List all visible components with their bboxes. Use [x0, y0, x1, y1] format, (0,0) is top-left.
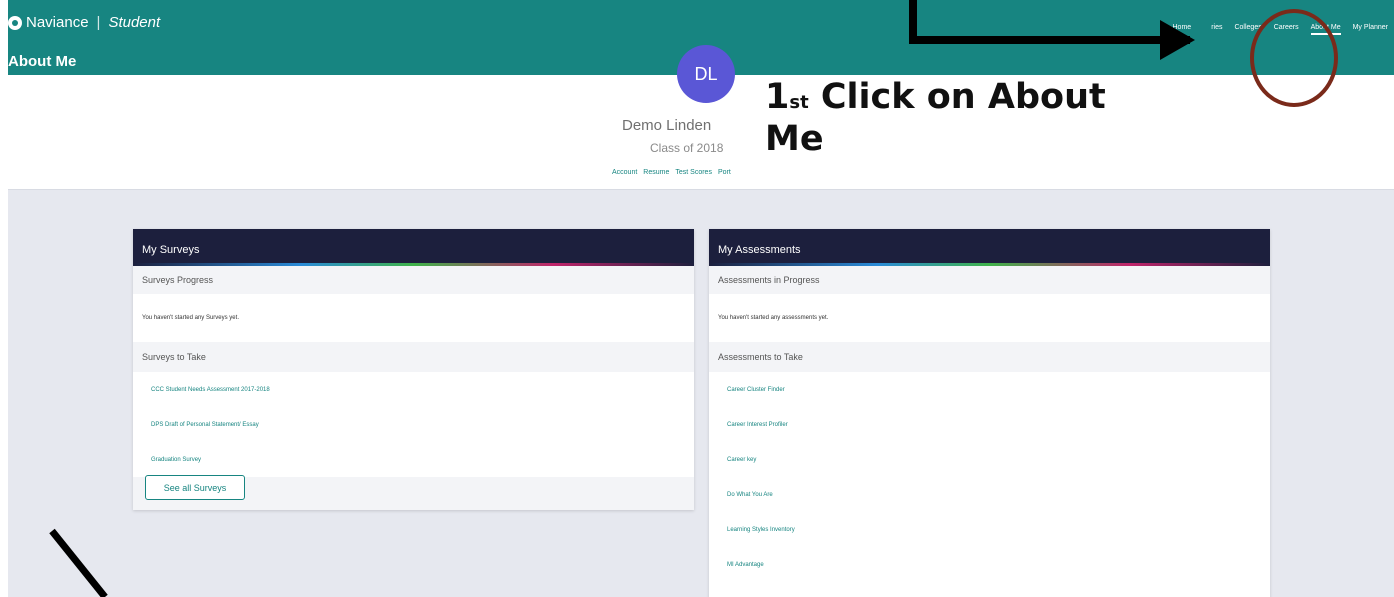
- profile-link-test-scores[interactable]: Test Scores: [675, 169, 712, 176]
- avatar: DL: [677, 45, 735, 103]
- surveys-progress-header: Surveys Progress: [133, 266, 694, 294]
- nav-item-my-planner[interactable]: My Planner: [1353, 24, 1388, 35]
- assessments-card: My Assessments Assessments in Progress Y…: [709, 229, 1270, 597]
- brand-sub: Student: [108, 14, 161, 31]
- assessments-progress-message: You haven't started any assessments yet.: [718, 315, 829, 321]
- profile-class: Class of 2018: [650, 141, 724, 155]
- profile-header: DL Demo Linden Class of 2018 Account Res…: [8, 45, 1394, 190]
- assessment-link[interactable]: Career Interest Profiler: [709, 407, 1270, 442]
- survey-link[interactable]: DPS Draft of Personal Statement/ Essay: [133, 407, 694, 442]
- survey-link[interactable]: CCC Student Needs Assessment 2017-2018: [133, 372, 694, 407]
- assessments-to-take-header: Assessments to Take: [709, 342, 1270, 372]
- naviance-logo-icon: [8, 15, 22, 30]
- nav-item-colleges[interactable]: Colleges: [1234, 24, 1261, 35]
- surveys-card-title: My Surveys: [133, 229, 694, 266]
- survey-link[interactable]: Graduation Survey: [133, 442, 694, 477]
- brand[interactable]: Naviance | Student: [8, 14, 160, 31]
- profile-link-account[interactable]: Account: [612, 169, 637, 176]
- surveys-to-take-header: Surveys to Take: [133, 342, 694, 372]
- assessment-link[interactable]: Career key: [709, 442, 1270, 477]
- profile-link-resume[interactable]: Resume: [643, 169, 669, 176]
- annotation-line-2: Me: [765, 119, 824, 159]
- brand-name: Naviance: [26, 14, 89, 31]
- nav-item-colleges-partial[interactable]: ries: [1211, 24, 1222, 35]
- naviance-screenshot: Naviance | Student About Me Home ries Co…: [8, 0, 1394, 597]
- page-title: About Me: [8, 53, 77, 70]
- surveys-progress-message: You haven't started any Surveys yet.: [142, 315, 239, 321]
- assessment-link[interactable]: Learning Styles Inventory: [709, 512, 1270, 547]
- assessment-link[interactable]: Career Cluster Finder: [709, 372, 1270, 407]
- assessments-progress-header: Assessments in Progress: [709, 266, 1270, 294]
- slide-margin: [0, 0, 8, 597]
- annotation-sup: st: [789, 92, 809, 113]
- assessment-link[interactable]: StrengthsExplorer: [709, 582, 1270, 597]
- brand-separator: |: [96, 14, 101, 31]
- assessment-link[interactable]: Do What You Are: [709, 477, 1270, 512]
- nav-item-home[interactable]: Home: [1173, 24, 1192, 35]
- assessments-card-title: My Assessments: [709, 229, 1270, 266]
- annotation-line-1-rest: Click on About: [808, 77, 1106, 117]
- profile-links: Account Resume Test Scores Port: [612, 169, 731, 176]
- annotation-instruction: 1st Click on About Me: [765, 76, 1185, 160]
- annotation-line-1: 1st Click on About: [765, 76, 1185, 118]
- assessment-link[interactable]: MI Advantage: [709, 547, 1270, 582]
- profile-link-portfolio[interactable]: Port: [718, 169, 731, 176]
- surveys-card: My Surveys Surveys Progress You haven't …: [133, 229, 694, 510]
- main-nav: Home ries Colleges Careers About Me My P…: [1173, 24, 1388, 35]
- nav-item-about-me[interactable]: About Me: [1310, 24, 1341, 35]
- profile-name: Demo Linden: [622, 117, 712, 134]
- nav-item-careers[interactable]: Careers: [1274, 24, 1299, 35]
- see-all-surveys-button[interactable]: See all Surveys: [145, 475, 245, 500]
- annotation-num: 1: [765, 77, 790, 117]
